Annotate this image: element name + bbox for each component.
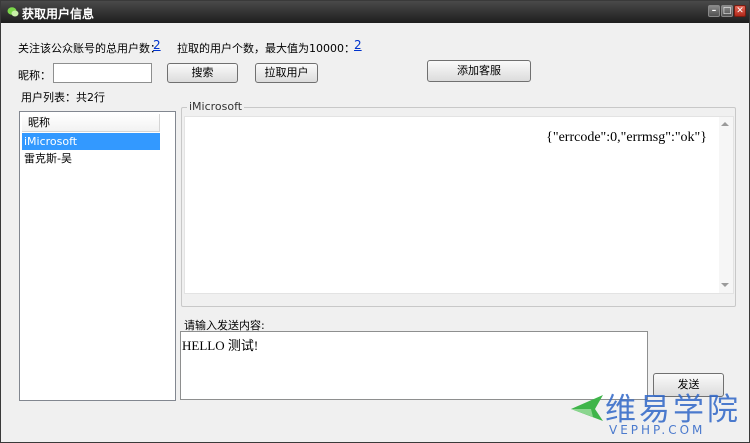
user-list[interactable]: 昵称 iMicrosoft 雷克斯-吴 (19, 111, 176, 401)
nickname-label: 昵称： (18, 69, 51, 82)
user-list-summary: 用户列表：共2行 (21, 91, 105, 104)
watermark-text-en: VEPHP.COM (609, 423, 706, 437)
list-item[interactable]: iMicrosoft (22, 133, 160, 150)
pull-users-button[interactable]: 拉取用户 (255, 63, 318, 83)
response-text: {"errcode":0,"errmsg":"ok"} (546, 130, 707, 145)
window-title: 获取用户信息 (22, 7, 95, 21)
total-followers-label: 关注该公众账号的总用户数： (18, 42, 161, 55)
response-group-title: iMicrosoft (187, 100, 245, 113)
send-content-text: HELLO 测试! (182, 338, 259, 353)
response-scrollbar[interactable] (719, 117, 733, 293)
response-textarea[interactable]: {"errcode":0,"errmsg":"ok"} (184, 116, 734, 294)
main-window: 获取用户信息 – □ ✕ 关注该公众账号的总用户数： 2 拉取的用户个数，最大值… (0, 0, 750, 443)
watermark-logo-icon (571, 395, 603, 421)
column-header-nickname[interactable]: 昵称 (22, 114, 160, 132)
fetched-users-link[interactable]: 2 (354, 38, 362, 52)
fetched-users-label: 拉取的用户个数，最大值为10000： (177, 42, 355, 55)
nickname-input[interactable] (53, 63, 152, 83)
minimize-icon[interactable]: – (708, 5, 720, 17)
add-customer-service-button[interactable]: 添加客服 (427, 60, 531, 82)
search-button[interactable]: 搜索 (167, 63, 238, 83)
maximize-icon[interactable]: □ (721, 5, 733, 17)
wechat-icon (7, 7, 19, 17)
scroll-up-icon[interactable] (721, 122, 729, 126)
scroll-down-icon[interactable] (721, 283, 729, 287)
close-icon[interactable]: ✕ (734, 5, 746, 17)
total-followers-link[interactable]: 2 (153, 38, 161, 52)
watermark: 维易学院 VEPHP.COM (561, 386, 750, 441)
list-item[interactable]: 雷克斯-吴 (22, 150, 160, 167)
title-bar[interactable]: 获取用户信息 – □ ✕ (1, 1, 749, 23)
